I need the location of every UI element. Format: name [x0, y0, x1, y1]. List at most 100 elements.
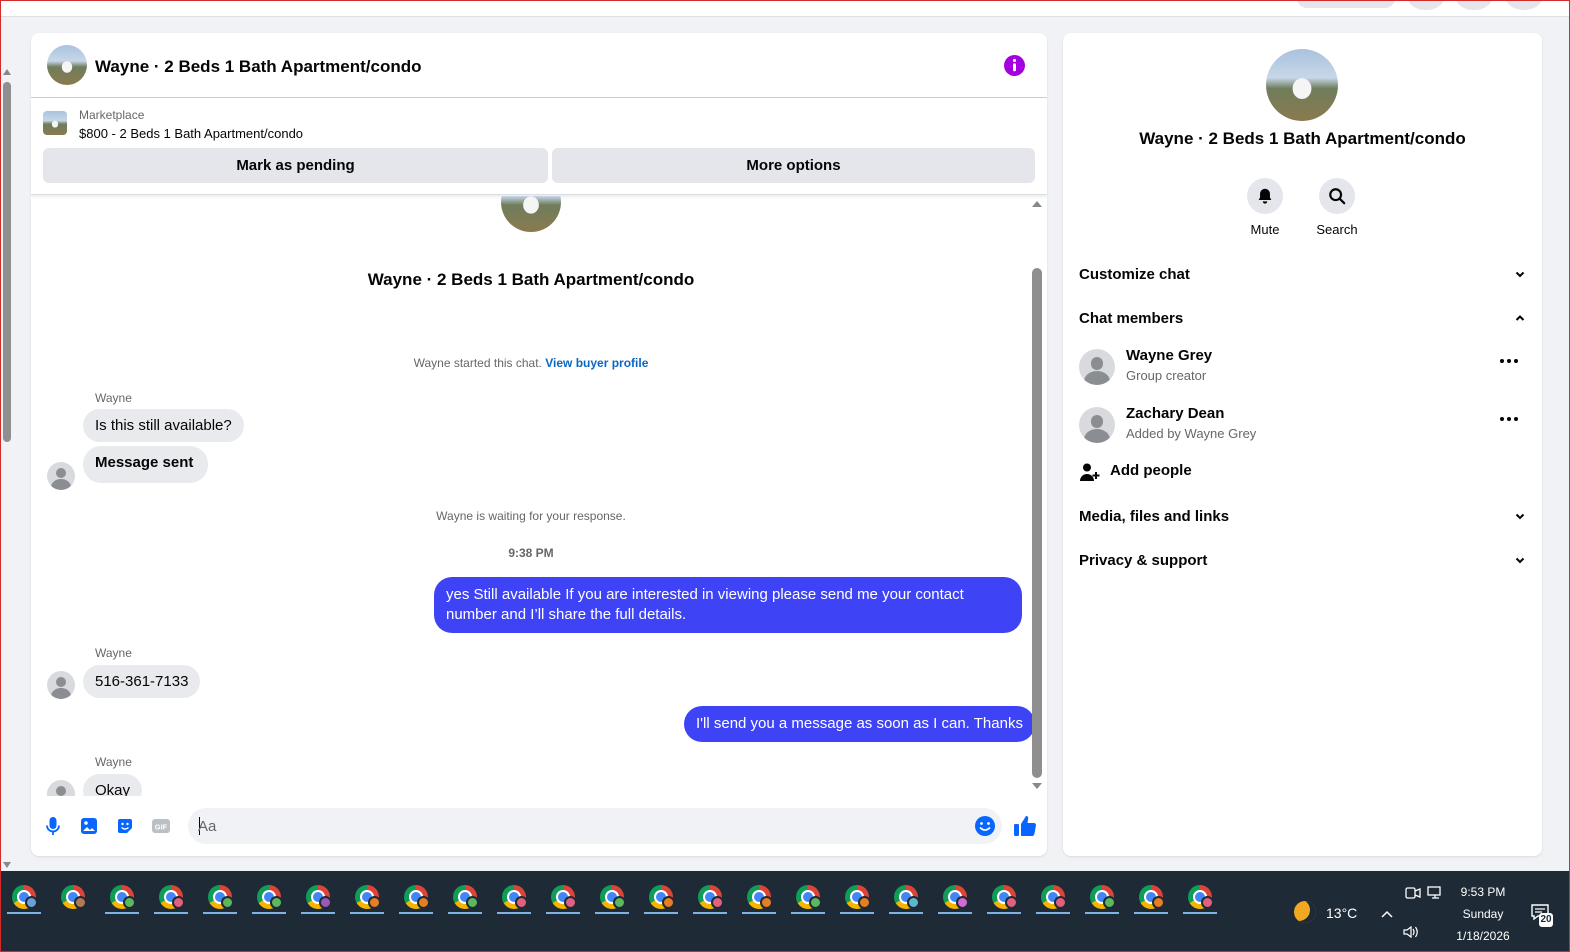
section-label: Customize chat	[1079, 265, 1190, 283]
incoming-message[interactable]: Message sent	[83, 446, 209, 483]
view-buyer-profile-link[interactable]: View buyer profile	[545, 356, 648, 370]
conversation-title: Wayne · 2 Beds 1 Bath Apartment/condo	[367, 270, 695, 289]
outgoing-message[interactable]: I'll send you a message as soon as I can…	[684, 706, 1035, 742]
moon-icon	[1294, 901, 1316, 923]
taskbar-app[interactable]	[348, 881, 386, 915]
member-row[interactable]: Wayne Grey Group creator	[1079, 347, 1526, 391]
scrollbar-thumb[interactable]	[1032, 268, 1042, 778]
message-input[interactable]	[198, 808, 968, 844]
incoming-message[interactable]: Okay	[83, 774, 143, 796]
outgoing-message[interactable]: yes Still available If you are intereste…	[434, 577, 1022, 633]
mute-button[interactable]: Mute	[1235, 178, 1295, 237]
taskbar-app[interactable]	[642, 881, 680, 915]
add-people-button[interactable]: Add people	[1079, 460, 1279, 484]
member-avatar[interactable]	[1079, 349, 1115, 385]
chat-title[interactable]: Wayne · 2 Beds 1 Bath Apartment/condo	[95, 57, 422, 77]
member-avatar[interactable]	[1079, 407, 1115, 443]
taskbar-app[interactable]	[691, 881, 729, 915]
taskbar-app[interactable]	[740, 881, 778, 915]
taskbar-app[interactable]	[936, 881, 974, 915]
taskbar-app[interactable]	[838, 881, 876, 915]
clock-day: Sunday	[1462, 907, 1504, 921]
scroll-up-arrow[interactable]	[1032, 201, 1042, 207]
search-button-circle[interactable]	[1319, 178, 1355, 214]
search-button[interactable]: Search	[1307, 178, 1367, 237]
member-name[interactable]: Zachary Dean	[1126, 405, 1224, 422]
meet-now-icon[interactable]	[1404, 885, 1422, 901]
bell-icon	[1258, 188, 1272, 204]
sender-avatar[interactable]	[47, 671, 75, 699]
more-options-button[interactable]: More options	[552, 148, 1035, 183]
taskbar-app[interactable]	[397, 881, 435, 915]
profile-badge	[858, 896, 871, 909]
privacy-support-section[interactable]: Privacy & support	[1079, 545, 1526, 575]
mark-as-pending-button[interactable]: Mark as pending	[43, 148, 548, 183]
mute-button-circle[interactable]	[1247, 178, 1283, 214]
sender-avatar[interactable]	[47, 462, 75, 490]
top-search-pill[interactable]	[1297, 0, 1395, 8]
more-options-icon[interactable]	[1499, 357, 1519, 365]
sender-avatar[interactable]	[47, 780, 75, 796]
chevron-up-icon[interactable]	[1380, 909, 1394, 919]
account-avatar[interactable]	[1506, 0, 1542, 10]
scroll-up-arrow[interactable]	[3, 69, 11, 75]
scroll-down-arrow[interactable]	[3, 862, 11, 868]
emoji-icon[interactable]	[974, 815, 996, 837]
taskbar-app[interactable]	[5, 881, 43, 915]
chat-members-section[interactable]: Chat members	[1079, 303, 1526, 333]
taskbar-app[interactable]	[201, 881, 239, 915]
taskbar-app[interactable]	[299, 881, 337, 915]
chat-avatar[interactable]	[47, 45, 87, 85]
taskbar-app[interactable]	[1034, 881, 1072, 915]
message-scrollbar[interactable]	[1030, 196, 1044, 796]
taskbar-app[interactable]	[1181, 881, 1219, 915]
notifications-button[interactable]	[1456, 0, 1492, 10]
chevron-down-icon	[1515, 513, 1525, 520]
customize-chat-section[interactable]: Customize chat	[1079, 259, 1526, 289]
member-row[interactable]: Zachary Dean Added by Wayne Grey	[1079, 405, 1526, 449]
volume-icon[interactable]	[1402, 924, 1420, 940]
section-label: Chat members	[1079, 309, 1184, 327]
media-files-links-section[interactable]: Media, files and links	[1079, 501, 1526, 531]
gif-icon[interactable]: GIF	[151, 816, 171, 836]
menu-button[interactable]	[1408, 0, 1444, 10]
taskbar-app[interactable]	[887, 881, 925, 915]
chat-panel: Wayne · 2 Beds 1 Bath Apartment/condo Ma…	[31, 33, 1047, 856]
details-avatar[interactable]	[1266, 49, 1338, 121]
sticker-icon[interactable]	[115, 816, 135, 836]
more-options-icon[interactable]	[1499, 415, 1519, 423]
system-clock[interactable]: 9:53 PM Sunday 1/18/2026	[1440, 881, 1526, 947]
taskbar-app[interactable]	[446, 881, 484, 915]
scrollbar-thumb[interactable]	[3, 82, 11, 442]
taskbar-app[interactable]	[985, 881, 1023, 915]
taskbar-app[interactable]	[250, 881, 288, 915]
profile-badge	[368, 896, 381, 909]
profile-badge	[515, 896, 528, 909]
app-active-indicator	[889, 912, 923, 914]
app-active-indicator	[350, 912, 384, 914]
taskbar-app[interactable]	[495, 881, 533, 915]
taskbar-app[interactable]	[593, 881, 631, 915]
taskbar-app[interactable]	[54, 881, 92, 915]
microphone-icon[interactable]	[43, 816, 63, 836]
taskbar-app[interactable]	[103, 881, 141, 915]
info-icon[interactable]	[1004, 55, 1025, 76]
thumbs-up-icon[interactable]	[1013, 814, 1037, 838]
taskbar-app[interactable]	[789, 881, 827, 915]
browser-top-strip	[0, 0, 1570, 17]
listing-title[interactable]: $800 - 2 Beds 1 Bath Apartment/condo	[79, 126, 303, 141]
listing-thumbnail[interactable]	[43, 111, 67, 135]
member-name[interactable]: Wayne Grey	[1126, 347, 1212, 364]
incoming-message[interactable]: 516-361-7133	[83, 665, 201, 698]
incoming-message[interactable]: Is this still available?	[83, 409, 244, 442]
member-role: Added by Wayne Grey	[1126, 426, 1257, 441]
taskbar-app[interactable]	[152, 881, 190, 915]
profile-badge	[319, 896, 332, 909]
taskbar-app[interactable]	[1083, 881, 1121, 915]
notification-center-button[interactable]: 20	[1530, 903, 1554, 927]
scroll-down-arrow[interactable]	[1032, 783, 1042, 789]
photo-icon[interactable]	[79, 816, 99, 836]
taskbar-app[interactable]	[544, 881, 582, 915]
taskbar-app[interactable]	[1132, 881, 1170, 915]
page-scrollbar[interactable]	[0, 62, 14, 868]
